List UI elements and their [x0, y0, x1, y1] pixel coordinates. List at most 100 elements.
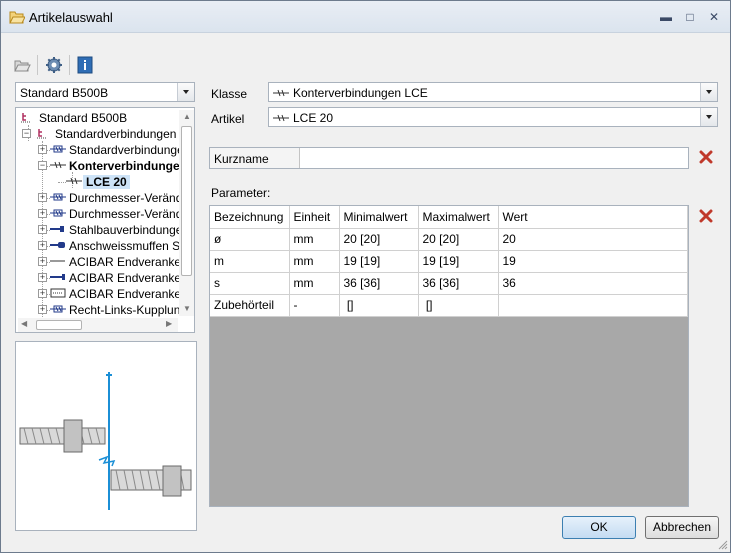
tree-item[interactable]: LCE 20	[16, 174, 176, 190]
scroll-down-icon[interactable]: ▼	[183, 304, 191, 313]
tree-item[interactable]: + Durchmesser-Veränd	[16, 206, 182, 222]
rebar-standard-icon	[37, 129, 47, 139]
tree-vertical-scrollbar[interactable]: ▲ ▼	[179, 110, 194, 316]
tree-item-label: Standard B500B	[39, 111, 128, 125]
tree-item[interactable]: + Stahlbauverbindunge	[16, 222, 182, 238]
tree-item[interactable]: + Anschweissmuffen S	[16, 238, 180, 254]
table-cell-editable[interactable]: 19	[498, 250, 688, 273]
close-button[interactable]: ✕	[705, 8, 723, 26]
collapse-icon[interactable]: −	[22, 129, 31, 138]
tree-item[interactable]: + ACIBAR Endveranke	[16, 254, 181, 270]
maximize-button[interactable]: □	[681, 8, 699, 26]
tree-item-label: Recht-Links-Kupplun	[69, 303, 181, 317]
title-bar[interactable]: Artikelauswahl ▬ □ ✕	[1, 1, 730, 33]
table-cell-editable[interactable]: 36	[498, 272, 688, 295]
coupler-box-icon	[50, 305, 66, 313]
coupler-box-icon	[50, 209, 66, 217]
cancel-button[interactable]: Abbrechen	[645, 516, 719, 539]
table-cell-editable[interactable]: 20	[498, 228, 688, 251]
collapse-icon[interactable]: −	[38, 161, 47, 170]
tree-item-label: ACIBAR Endveranke	[69, 271, 182, 285]
table-row[interactable]: ø mm 20 [20] 20 [20] 20	[210, 228, 688, 251]
tree-item[interactable]: + ACIBAR Endveranke	[16, 286, 181, 302]
window-title: Artikelauswahl	[29, 10, 113, 25]
table-cell: mm	[289, 228, 340, 251]
coupler-box-icon	[50, 193, 66, 201]
tree-item-label: Stahlbauverbindunge	[69, 223, 183, 237]
table-row[interactable]: m mm 19 [19] 19 [19] 19	[210, 250, 688, 273]
expand-icon[interactable]: +	[38, 273, 47, 282]
kurzname-input[interactable]	[302, 149, 686, 167]
expand-icon[interactable]: +	[38, 193, 47, 202]
tree-item[interactable]: + Durchmesser-Veränd	[16, 190, 182, 206]
tree-item-label: Standardverbindungen	[69, 143, 191, 157]
tree-item[interactable]: Standard B500B	[16, 110, 176, 126]
column-header-wert[interactable]: Wert	[498, 206, 688, 229]
scroll-left-icon[interactable]: ◀	[21, 319, 27, 328]
article-preview	[15, 341, 197, 531]
delete-parameter-icon[interactable]	[699, 209, 713, 223]
chevron-down-icon[interactable]	[700, 83, 717, 101]
parameter-label: Parameter:	[211, 186, 271, 200]
expand-icon[interactable]: +	[38, 241, 47, 250]
tree-item[interactable]: + Standardverbindungen	[16, 142, 190, 158]
coupler-line-icon	[66, 177, 82, 185]
table-cell: ø	[210, 228, 290, 251]
expand-icon[interactable]: +	[38, 257, 47, 266]
delete-kurzname-icon[interactable]	[699, 150, 713, 164]
folder-open-icon[interactable]	[13, 56, 31, 74]
table-cell-editable[interactable]	[498, 294, 688, 317]
column-header-maximalwert[interactable]: Maximalwert	[418, 206, 499, 229]
gear-icon[interactable]	[45, 56, 63, 74]
expand-icon[interactable]: +	[38, 289, 47, 298]
table-cell: 36 [36]	[339, 272, 419, 295]
tree-item[interactable]: − Konterverbindungen	[16, 158, 187, 174]
toolbar-separator	[69, 55, 70, 75]
expand-icon[interactable]: +	[38, 305, 47, 314]
expand-icon[interactable]: +	[38, 225, 47, 234]
table-cell: []	[418, 294, 499, 317]
info-icon[interactable]	[76, 56, 94, 74]
scroll-up-icon[interactable]: ▲	[183, 112, 191, 121]
artikel-label: Artikel	[211, 112, 245, 126]
column-header-minimalwert[interactable]: Minimalwert	[339, 206, 419, 229]
standard-select[interactable]: Standard B500B	[15, 82, 195, 102]
tree-item[interactable]: + ACIBAR Endveranke	[16, 270, 181, 286]
klasse-select[interactable]: Konterverbindungen LCE	[268, 82, 718, 102]
scroll-right-icon[interactable]: ▶	[166, 319, 172, 328]
minimize-button[interactable]: ▬	[657, 8, 675, 26]
table-cell: m	[210, 250, 290, 273]
column-header-einheit[interactable]: Einheit	[289, 206, 340, 229]
article-tree[interactable]: Standard B500B − Standardverbindungen + Stan…	[15, 107, 195, 333]
tree-vscroll-thumb[interactable]	[181, 126, 192, 276]
expand-icon[interactable]: +	[38, 209, 47, 218]
tree-item-label: ACIBAR Endveranke	[69, 255, 182, 269]
coupler-box-icon	[50, 145, 66, 153]
ok-button[interactable]: OK	[562, 516, 636, 539]
tree-item[interactable]: + Recht-Links-Kupplun	[16, 302, 180, 318]
chevron-down-icon[interactable]	[700, 108, 717, 126]
coupler-line-icon	[273, 89, 289, 97]
anchor-line-icon	[50, 260, 65, 262]
tree-horizontal-scrollbar[interactable]: ◀ ▶	[18, 318, 178, 332]
table-row[interactable]: Zubehörteil - [] []	[210, 294, 688, 317]
artikel-select[interactable]: LCE 20	[268, 107, 718, 127]
tree-item[interactable]: − Standardverbindungen	[16, 126, 176, 142]
chevron-down-icon[interactable]	[177, 83, 194, 101]
rebar-standard-icon	[21, 113, 31, 123]
table-row[interactable]: s mm 36 [36] 36 [36] 36	[210, 272, 688, 295]
coupler-line-icon	[50, 161, 66, 169]
toolbar-separator	[37, 55, 38, 75]
coupler-line-icon	[273, 114, 289, 122]
table-cell: 20 [20]	[418, 228, 499, 251]
tree-item-label: Konterverbindungen	[69, 159, 188, 173]
resize-grip-icon[interactable]	[718, 540, 728, 550]
tree-hscroll-thumb[interactable]	[36, 320, 82, 330]
table-cell: mm	[289, 272, 340, 295]
expand-icon[interactable]: +	[38, 145, 47, 154]
parameter-grid[interactable]: Bezeichnung Einheit Minimalwert Maximalw…	[209, 205, 689, 507]
table-cell: 19 [19]	[339, 250, 419, 273]
column-header-bezeichnung[interactable]: Bezeichnung	[210, 206, 290, 229]
table-cell: 19 [19]	[418, 250, 499, 273]
tree-item-label: Anschweissmuffen S	[69, 239, 181, 253]
